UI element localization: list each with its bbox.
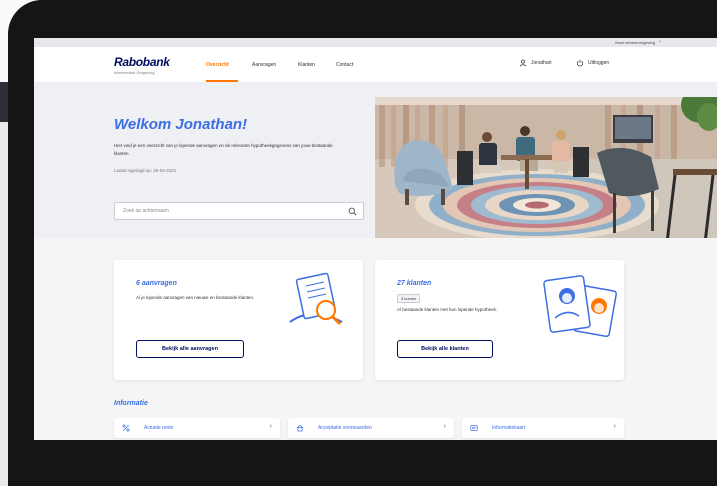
- welcome-intro: Hier vind je een overzicht van je lopend…: [114, 143, 333, 156]
- view-all-klanten-button[interactable]: Bekijk alle klanten: [397, 340, 493, 358]
- chevron-right-icon: ›: [269, 423, 272, 430]
- tablet-device-frame: Naar beheeromgeving › Rabobank Intermedi…: [8, 0, 717, 486]
- aanvragen-card-text: Al je lopende aanvragen van nieuwe en be…: [136, 295, 255, 300]
- house-icon: [296, 424, 304, 432]
- utility-bar: Naar beheeromgeving ›: [34, 38, 717, 47]
- search-placeholder: Zoek op achternaam: [123, 208, 169, 214]
- klanten-badge: 3 komen: [397, 294, 421, 303]
- percent-icon: [122, 424, 130, 432]
- aanvragen-card-title: 6 aanvragen: [136, 280, 177, 287]
- user-name: Jonathan: [531, 60, 552, 66]
- power-icon: [576, 59, 584, 67]
- klanten-card-title: 27 klanten: [397, 280, 432, 287]
- informatiekaart-tile[interactable]: Informatiekaart ›: [462, 418, 624, 438]
- documents-illustration-icon: [289, 272, 343, 326]
- user-menu[interactable]: Jonathan: [519, 59, 552, 67]
- rabobank-logo[interactable]: Rabobank Intermediair Omgeving: [114, 55, 170, 75]
- acceptatie-voorwaarden-label: Acceptatie voorwaarden: [318, 425, 372, 431]
- actuele-rente-label: Actuele rente: [144, 425, 174, 431]
- chevron-right-icon: ›: [659, 39, 661, 45]
- search-input[interactable]: Zoek op achternaam: [114, 202, 364, 220]
- welcome-heading: Welkom Jonathan!: [114, 116, 248, 133]
- logout-button[interactable]: Uitloggen: [576, 59, 609, 67]
- user-icon: [519, 59, 527, 67]
- last-login-text: Laatst ingelogd op: 25-04-2021: [114, 168, 177, 173]
- aanvragen-card: 6 aanvragen Al je lopende aanvragen van …: [114, 260, 363, 380]
- main-navigation: Rabobank Intermediair Omgeving Overzicht…: [34, 47, 717, 83]
- acceptatie-voorwaarden-tile[interactable]: Acceptatie voorwaarden ›: [288, 418, 454, 438]
- nav-link-klanten[interactable]: Klanten: [298, 62, 315, 68]
- logout-label: Uitloggen: [588, 60, 610, 66]
- logo-wordmark: Rabobank: [114, 55, 170, 69]
- nav-link-contact[interactable]: Contact: [336, 62, 353, 68]
- logo-subtitle: Intermediair Omgeving: [114, 70, 155, 75]
- klanten-card-text: Al bestaande klanten met hun lopende hyp…: [397, 307, 498, 312]
- chevron-right-icon: ›: [443, 423, 446, 430]
- nav-link-overzicht[interactable]: Overzicht: [206, 62, 229, 68]
- office-photo: [375, 97, 717, 243]
- informatie-heading: Informatie: [114, 400, 148, 407]
- card-icon: [470, 425, 478, 431]
- informatiekaart-label: Informatiekaart: [492, 425, 526, 431]
- actuele-rente-tile[interactable]: Actuele rente ›: [114, 418, 280, 438]
- tablet-screen: Naar beheeromgeving › Rabobank Intermedi…: [34, 38, 717, 440]
- search-icon[interactable]: [348, 207, 357, 216]
- view-all-aanvragen-button[interactable]: Bekijk alle aanvragen: [136, 340, 244, 358]
- klanten-card: 27 klanten 3 komen Al bestaande klanten …: [375, 260, 624, 380]
- beheeromgeving-link[interactable]: Naar beheeromgeving: [615, 40, 655, 45]
- customer-cards-illustration-icon: [543, 275, 617, 338]
- nav-link-aanvragen[interactable]: Aanvragen: [252, 62, 276, 68]
- active-nav-indicator: [206, 80, 238, 82]
- chevron-right-icon: ›: [613, 423, 616, 430]
